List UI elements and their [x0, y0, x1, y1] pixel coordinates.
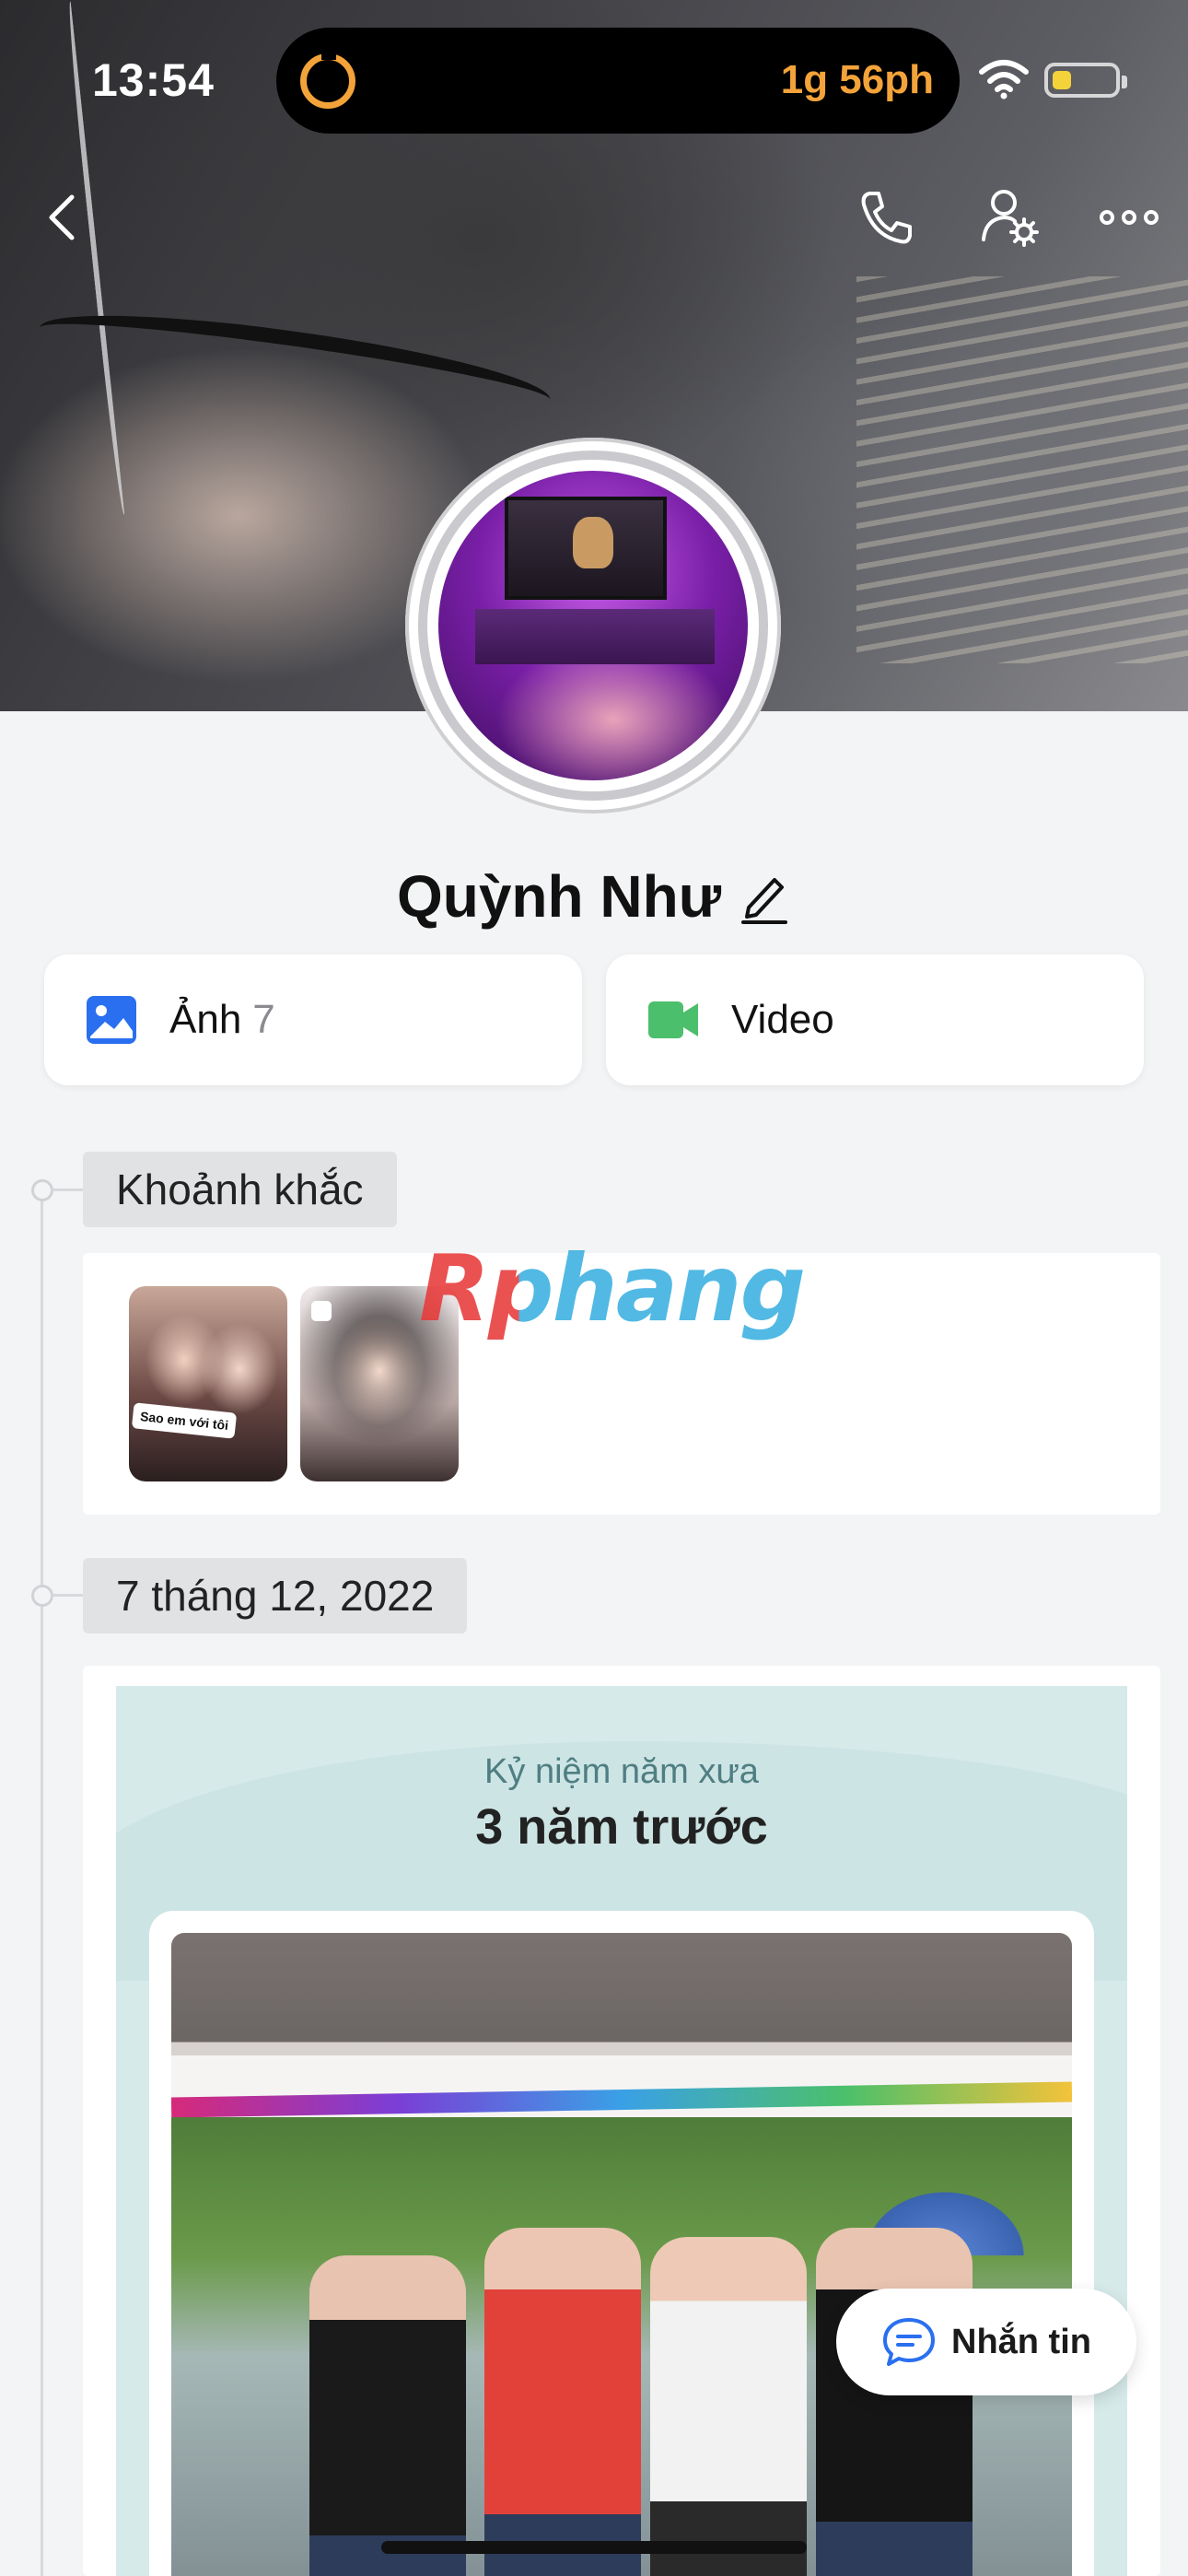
photos-label: Ảnh: [169, 997, 242, 1042]
photo-detail-banner: [171, 2081, 1072, 2118]
video-camera-icon: [648, 1001, 698, 1038]
moments-section-title: Khoảnh khắc: [83, 1152, 397, 1227]
user-settings-icon[interactable]: [976, 184, 1042, 251]
wifi-icon: [979, 60, 1029, 100]
date-label: 7 tháng 12, 2022: [83, 1558, 468, 1633]
phone-icon[interactable]: [853, 184, 919, 251]
avatar-detail-cabinet: [475, 609, 715, 664]
chevron-left-icon[interactable]: [31, 184, 98, 251]
profile-name-row: Quỳnh Như: [0, 855, 1188, 938]
message-button[interactable]: Nhắn tin: [836, 2289, 1136, 2395]
timeline-dot: [31, 1179, 53, 1201]
battery-level-fill: [1053, 71, 1071, 89]
avatar[interactable]: [438, 471, 748, 780]
moment-caption: Sao em với tôi: [131, 1402, 238, 1439]
timeline-connector: [52, 1188, 83, 1191]
photos-count: 7: [252, 997, 275, 1042]
memory-card[interactable]: Kỷ niệm năm xưa 3 năm trước: [83, 1666, 1160, 2576]
photo-detail-person: [816, 2228, 973, 2576]
video-label: Video: [731, 997, 834, 1042]
message-button-label: Nhắn tin: [951, 2322, 1091, 2361]
photo-detail-person: [650, 2237, 807, 2576]
photos-button[interactable]: Ảnh 7: [44, 954, 582, 1085]
activity-timer-text: 1g 56ph: [780, 57, 934, 102]
memory-photo-frame: [149, 1911, 1094, 2576]
memory-kicker: Kỷ niệm năm xưa: [484, 1752, 759, 1791]
video-button[interactable]: Video: [606, 954, 1144, 1085]
moment-thumbnail[interactable]: Sao em với tôi: [129, 1286, 287, 1481]
timer-icon: [300, 51, 355, 109]
profile-name: Quỳnh Như: [396, 863, 722, 930]
memory-photo[interactable]: [171, 1933, 1072, 2576]
timeline-connector: [52, 1594, 83, 1597]
photo-detail-person: [484, 2228, 641, 2576]
timeline-dot: [31, 1585, 53, 1607]
pencil-icon[interactable]: [738, 867, 791, 926]
chat-bubble-icon: [883, 2318, 935, 2366]
emoji-badge-icon: [311, 1301, 332, 1321]
memory-card-background: Kỷ niệm năm xưa 3 năm trước: [116, 1686, 1127, 2576]
avatar-detail-tv: [505, 497, 667, 600]
more-horizontal-icon[interactable]: [1096, 184, 1162, 251]
photo-detail-person: [309, 2255, 466, 2576]
home-indicator: [381, 2541, 807, 2554]
photo-gallery-icon: [87, 996, 136, 1044]
timeline-line: [41, 1190, 43, 2576]
battery-low-icon: [1044, 63, 1127, 98]
cover-detail-threads: [856, 276, 1188, 663]
watermark: Rphang: [419, 1235, 806, 1342]
memory-heading: 3 năm trước: [475, 1799, 768, 1855]
status-time: 13:54: [92, 54, 215, 106]
